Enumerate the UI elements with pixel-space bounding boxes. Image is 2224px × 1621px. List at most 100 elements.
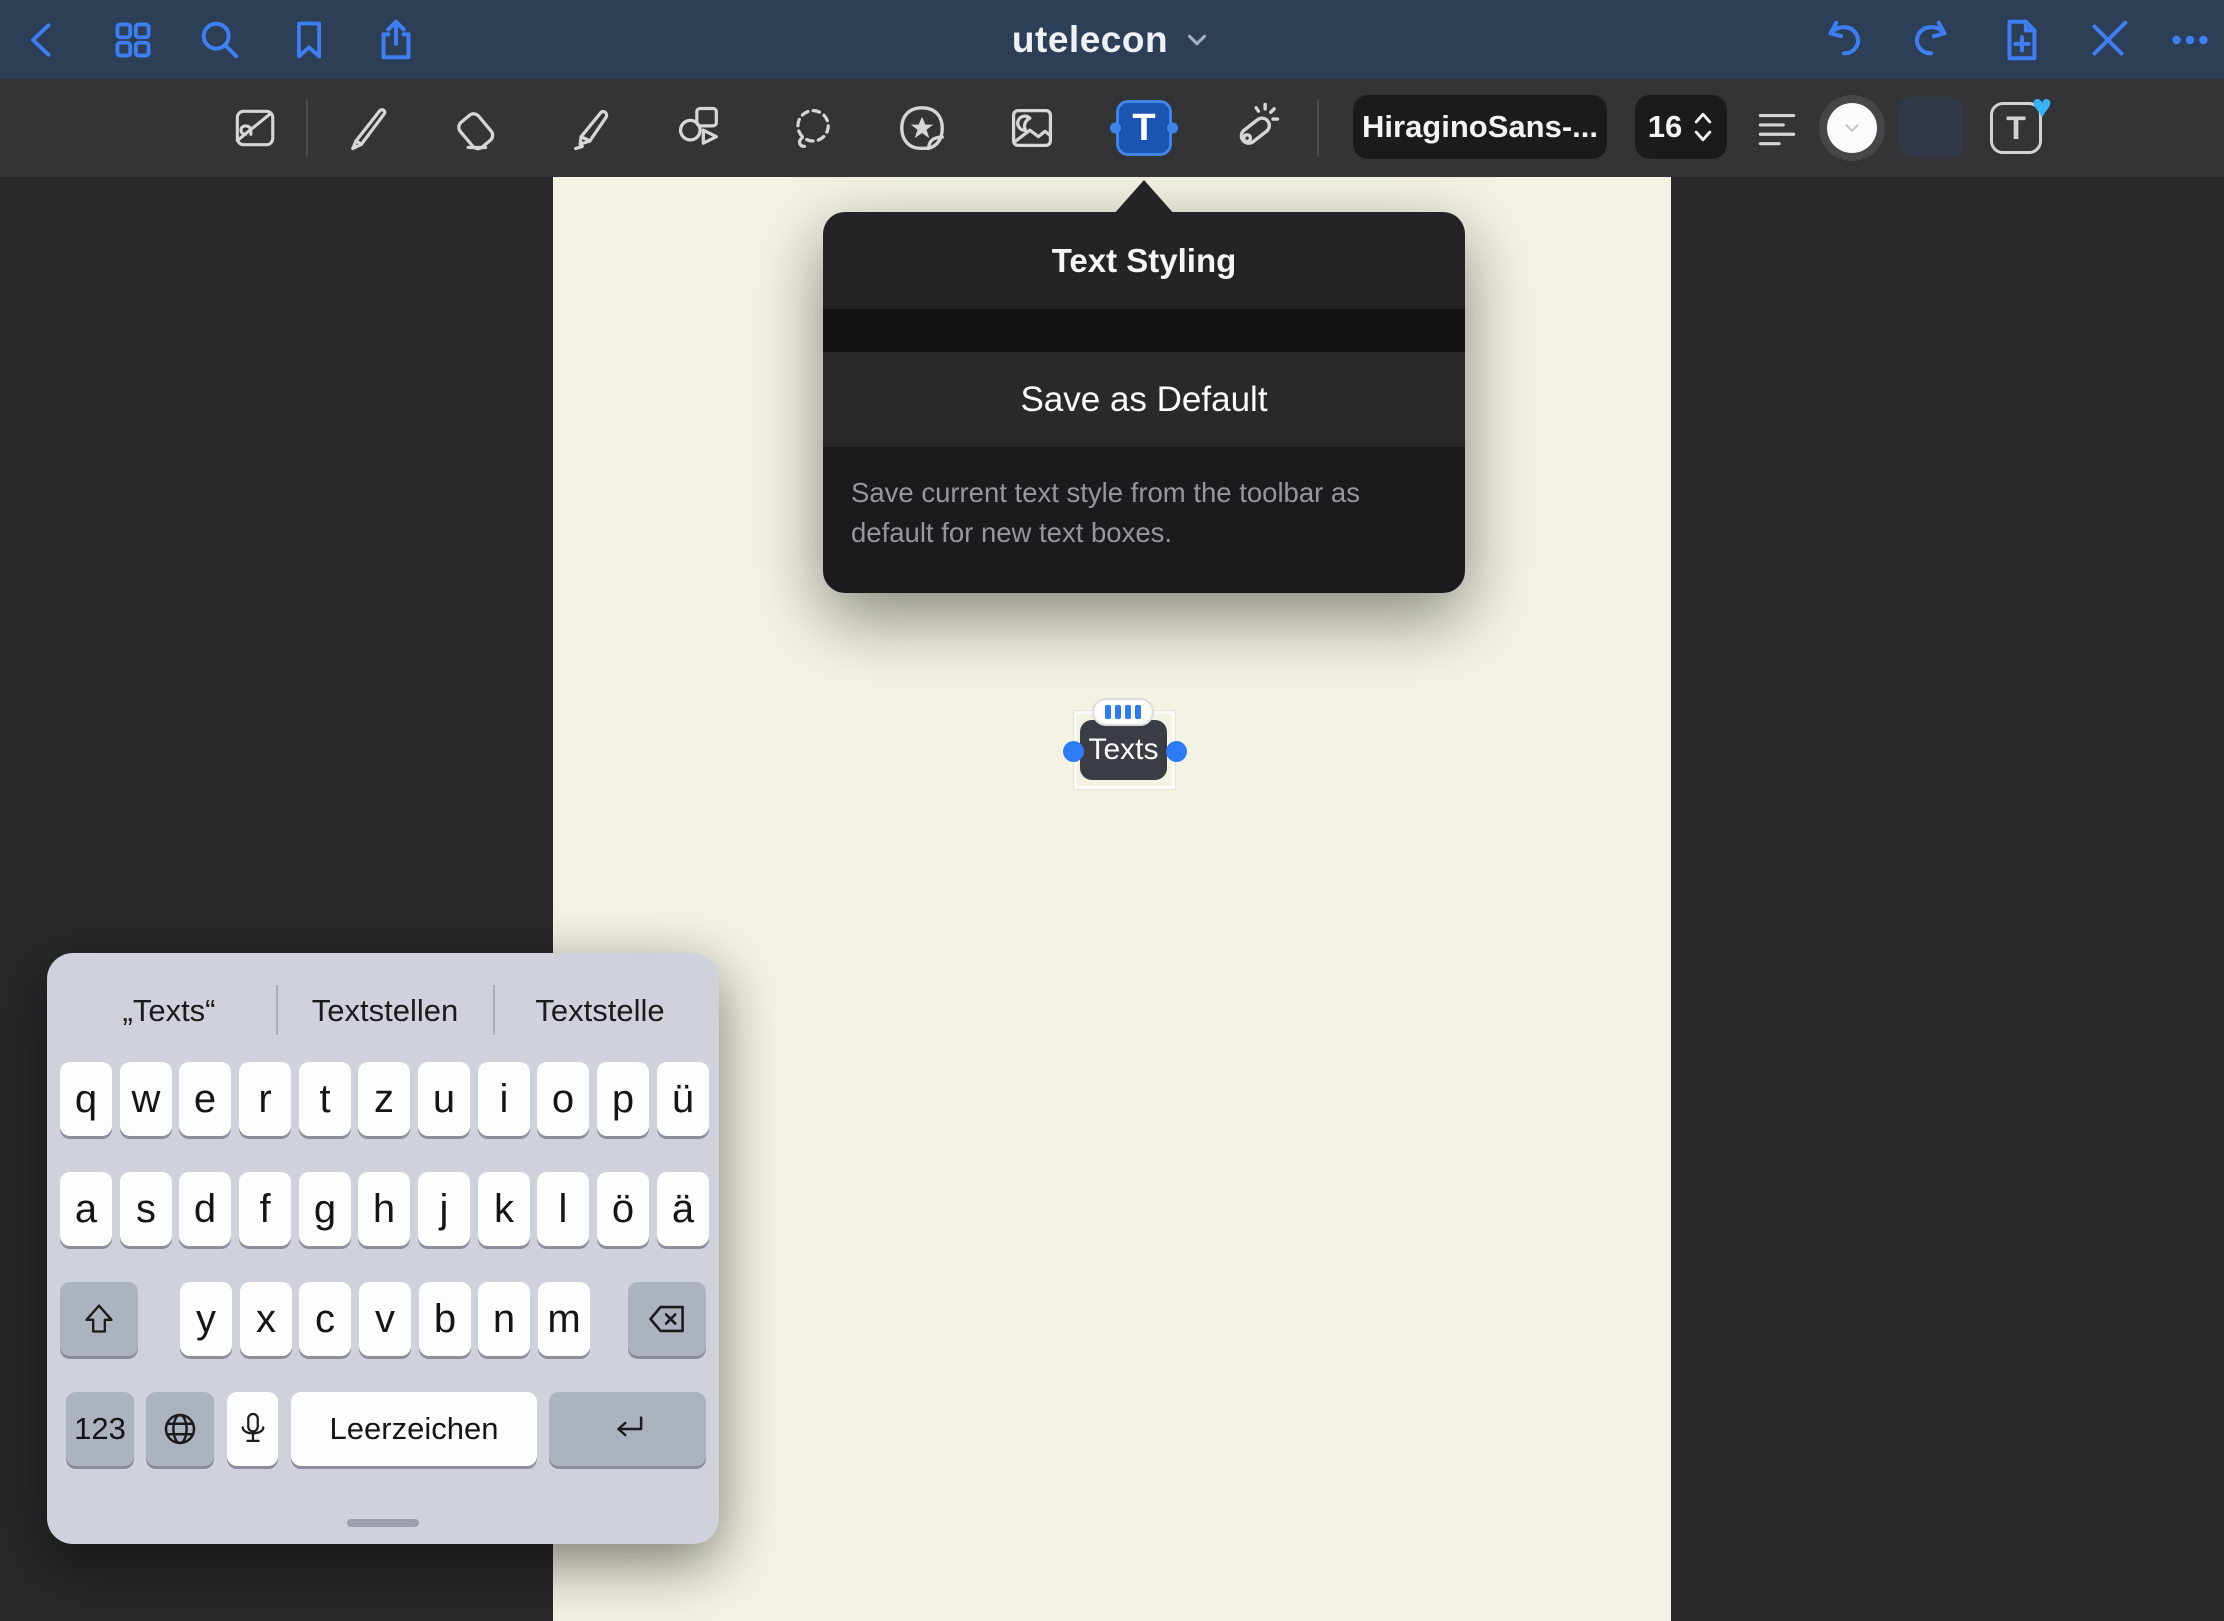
return-key[interactable]: [549, 1392, 706, 1466]
key-b[interactable]: b: [419, 1282, 471, 1356]
key-c[interactable]: c: [299, 1282, 351, 1356]
shift-key[interactable]: [60, 1282, 138, 1356]
document-title-button[interactable]: utelecon: [0, 0, 2224, 79]
shapes-icon: [673, 102, 725, 154]
pen-icon: [343, 102, 395, 154]
key-d[interactable]: d: [179, 1172, 231, 1246]
redo-button[interactable]: [1903, 11, 1961, 69]
numbers-key[interactable]: 123: [66, 1392, 134, 1466]
stepper-chevrons-icon: [1692, 110, 1714, 144]
panel-mode-button[interactable]: [222, 96, 286, 160]
lasso-tool[interactable]: [780, 96, 844, 160]
backspace-key[interactable]: [628, 1282, 706, 1356]
text-tool-selected[interactable]: T: [1116, 100, 1172, 156]
sticker-star-icon: [895, 101, 949, 155]
panel-a-icon: [229, 103, 279, 153]
textbox-drag-handle[interactable]: [1092, 698, 1154, 726]
drag-bar-icon: [1105, 705, 1111, 719]
heart-icon: ♥: [2032, 90, 2052, 124]
text-styling-popup: Text Styling Save as Default Save curren…: [823, 212, 1465, 593]
key-n[interactable]: n: [478, 1282, 530, 1356]
laser-pointer-icon: [1228, 101, 1282, 155]
key-l[interactable]: l: [537, 1172, 589, 1246]
text-alignment-button[interactable]: [1745, 96, 1809, 160]
key-q[interactable]: q: [60, 1062, 112, 1136]
resize-handle-left[interactable]: [1063, 741, 1084, 762]
key-f[interactable]: f: [239, 1172, 291, 1246]
color-slot-highlight: [1899, 97, 1963, 157]
key-t[interactable]: t: [299, 1062, 351, 1136]
color-swatch-white: [1827, 103, 1877, 153]
key-s[interactable]: s: [120, 1172, 172, 1246]
toolbar-separator: [1317, 99, 1319, 157]
lasso-icon: [786, 102, 838, 154]
undo-button[interactable]: [1814, 11, 1872, 69]
image-tool[interactable]: [1000, 96, 1064, 160]
onscreen-keyboard: „Texts“ Textstellen Textstelle q w e r t…: [47, 953, 719, 1544]
space-key[interactable]: Leerzeichen: [291, 1392, 537, 1466]
key-h[interactable]: h: [358, 1172, 410, 1246]
globe-key[interactable]: [146, 1392, 214, 1466]
suggestion-quoted[interactable]: „Texts“: [123, 989, 216, 1033]
app-window: utelecon: [0, 0, 2224, 1621]
key-oe[interactable]: ö: [597, 1172, 649, 1246]
pen-tool[interactable]: [337, 96, 401, 160]
key-r[interactable]: r: [239, 1062, 291, 1136]
popup-arrow: [1113, 180, 1175, 215]
font-size-stepper[interactable]: 16: [1635, 95, 1727, 159]
key-i[interactable]: i: [478, 1062, 530, 1136]
ellipsis-icon: [2167, 17, 2213, 63]
key-x[interactable]: x: [240, 1282, 292, 1356]
selection-dot-icon: [1167, 123, 1178, 134]
add-page-icon: [1998, 17, 2044, 63]
popup-separator-band: [823, 309, 1465, 352]
text-color-button[interactable]: [1819, 95, 1885, 161]
shift-icon: [79, 1299, 119, 1339]
key-p[interactable]: p: [597, 1062, 649, 1136]
highlighter-tool[interactable]: [560, 96, 624, 160]
key-ae[interactable]: ä: [657, 1172, 709, 1246]
microphone-icon: [234, 1410, 272, 1448]
key-z[interactable]: z: [358, 1062, 410, 1136]
key-g[interactable]: g: [299, 1172, 351, 1246]
key-j[interactable]: j: [418, 1172, 470, 1246]
font-size-value: 16: [1648, 109, 1682, 145]
save-as-default-button[interactable]: Save as Default: [823, 352, 1465, 447]
add-page-button[interactable]: [1992, 11, 2050, 69]
saved-text-style-button[interactable]: T ♥: [1988, 100, 2044, 156]
popup-title: Text Styling: [823, 212, 1465, 309]
keyboard-drag-indicator[interactable]: [347, 1519, 419, 1527]
drag-bar-icon: [1135, 705, 1141, 719]
key-k[interactable]: k: [478, 1172, 530, 1246]
suggestion-1[interactable]: Textstellen: [312, 989, 458, 1033]
text-tool-icon: T: [1132, 109, 1155, 147]
suggestion-2[interactable]: Textstelle: [535, 989, 664, 1033]
drag-bar-icon: [1125, 705, 1131, 719]
stickers-tool[interactable]: [890, 96, 954, 160]
font-family-button[interactable]: HiraginoSans-...: [1353, 95, 1607, 159]
key-a[interactable]: a: [60, 1172, 112, 1246]
key-w[interactable]: w: [120, 1062, 172, 1136]
laser-pointer-tool[interactable]: [1223, 96, 1287, 160]
selection-dot-icon: [1110, 123, 1121, 134]
stylus-toggle-button[interactable]: [2079, 11, 2137, 69]
key-e[interactable]: e: [179, 1062, 231, 1136]
toolbar-separator: [306, 99, 308, 157]
resize-handle-right[interactable]: [1166, 741, 1187, 762]
key-y[interactable]: y: [180, 1282, 232, 1356]
key-m[interactable]: m: [538, 1282, 590, 1356]
key-o[interactable]: o: [537, 1062, 589, 1136]
more-button[interactable]: [2161, 11, 2219, 69]
key-ue[interactable]: ü: [657, 1062, 709, 1136]
text-object[interactable]: Texts: [1080, 720, 1167, 780]
key-v[interactable]: v: [359, 1282, 411, 1356]
shapes-tool[interactable]: [667, 96, 731, 160]
highlighter-icon: [566, 102, 618, 154]
suggestion-divider: [493, 985, 495, 1035]
dictation-key[interactable]: [227, 1392, 278, 1466]
key-u[interactable]: u: [418, 1062, 470, 1136]
text-object-label: Texts: [1088, 733, 1158, 767]
chevron-down-icon: [1841, 117, 1863, 139]
editing-toolbar: T HiraginoSans-... 16: [0, 79, 2224, 177]
eraser-tool[interactable]: [447, 96, 511, 160]
